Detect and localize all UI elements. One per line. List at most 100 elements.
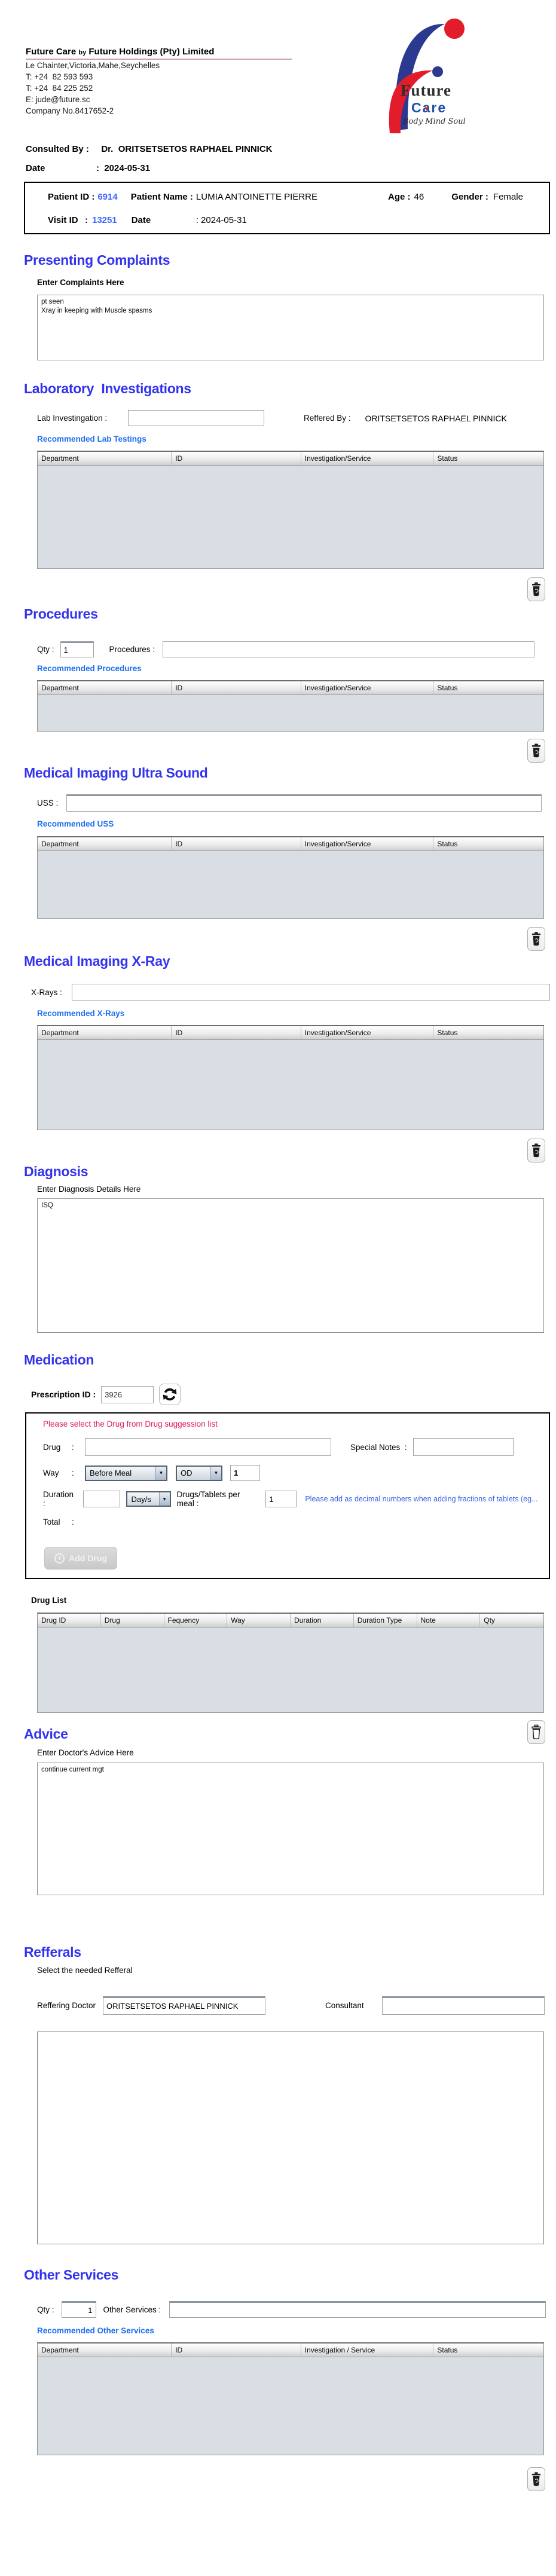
- column-header-id: ID: [172, 681, 301, 695]
- recommended-other-services-link[interactable]: Recommended Other Services: [37, 2326, 556, 2335]
- column-header-id: ID: [172, 452, 301, 465]
- lab-table-body[interactable]: [38, 466, 543, 568]
- delete-procedure-button[interactable]: [527, 739, 545, 763]
- column-header-id: ID: [172, 837, 301, 850]
- total-label: Total: [43, 1518, 60, 1526]
- delete-drug-button[interactable]: [527, 1720, 545, 1744]
- column-header-note: Note: [417, 1614, 481, 1627]
- refresh-prescription-button[interactable]: [159, 1384, 181, 1405]
- uss-table-body[interactable]: [38, 851, 543, 918]
- medication-entry-box: Please select the Drug from Drug suggess…: [25, 1412, 550, 1579]
- gender-value: Female: [493, 192, 523, 202]
- column-header-status: Status: [437, 840, 458, 848]
- duration-unit-select[interactable]: Day/s ▼: [126, 1491, 171, 1507]
- consultant-input[interactable]: [381, 1996, 545, 2015]
- frequency-qty-input[interactable]: [230, 1465, 260, 1481]
- lab-trash-row: [0, 577, 545, 601]
- xray-input[interactable]: [71, 984, 550, 1001]
- way-row: Way : Before Meal ▼ OD ▼: [43, 1465, 549, 1481]
- prescription-id-input[interactable]: [101, 1385, 154, 1403]
- recommended-xray-link[interactable]: Recommended X-Rays: [37, 1009, 556, 1018]
- patient-id-label: Patient ID :: [48, 192, 95, 202]
- drug-list-label: Drug List: [31, 1596, 67, 1605]
- column-header-department: Department: [38, 681, 172, 695]
- procedures-label: Procedures :: [109, 645, 155, 654]
- section-title-procedures: Procedures: [24, 606, 98, 622]
- per-meal-input[interactable]: [265, 1491, 297, 1507]
- uss-field-row: USS :: [37, 794, 556, 812]
- chevron-down-icon: ▼: [155, 1466, 166, 1480]
- consultant-label: Consultant: [325, 2001, 364, 2010]
- lab-table-header: Department ID Investigation/Service Stat…: [38, 452, 543, 466]
- patient-name-label: Patient Name :: [130, 192, 193, 202]
- prescription-row: Prescription ID :: [31, 1384, 556, 1405]
- column-header-status: Status: [437, 2346, 458, 2354]
- meal-timing-select[interactable]: Before Meal ▼: [85, 1465, 167, 1481]
- other-field-row: Qty : Other Services :: [37, 2301, 556, 2318]
- procedures-qty-input[interactable]: [60, 641, 94, 657]
- column-header-department: Department: [38, 1026, 172, 1039]
- age-label: Age :: [388, 192, 411, 202]
- drug-colon: :: [72, 1442, 74, 1452]
- drug-input[interactable]: [85, 1438, 331, 1456]
- company-phone-1: T: +24 82 593 593: [26, 72, 93, 81]
- duration-input[interactable]: [83, 1491, 121, 1507]
- special-notes-input[interactable]: [413, 1438, 514, 1456]
- frequency-select[interactable]: OD ▼: [176, 1465, 222, 1481]
- trash-icon: [531, 1143, 541, 1158]
- referred-by-value: ORITSETSETOS RAPHAEL PINNICK: [365, 413, 507, 423]
- duration-row: Duration : Day/s ▼ Drugs/Tablets per mea…: [43, 1490, 549, 1508]
- company-block: Future Care by Future Holdings (Pty) Lim…: [26, 47, 295, 117]
- other-table-body[interactable]: [38, 2357, 543, 2455]
- section-title-advice: Advice: [24, 1726, 68, 1742]
- xray-table: Department ID Investigation/Service Stat…: [37, 1025, 544, 1130]
- uss-input[interactable]: [66, 794, 542, 812]
- referred-by-label: Reffered By :: [304, 414, 351, 423]
- delete-other-service-button[interactable]: [527, 2467, 545, 2491]
- other-table-header: Department ID Investigation / Service St…: [38, 2344, 543, 2357]
- recommended-uss-link[interactable]: Recommended USS: [37, 819, 556, 828]
- recommended-lab-testings-link[interactable]: Recommended Lab Testings: [37, 435, 556, 443]
- section-title-other-services: Other Services: [24, 2267, 119, 2283]
- complaints-textarea[interactable]: pt seen Xray in keeping with Muscle spas…: [37, 295, 544, 360]
- total-colon: :: [72, 1518, 74, 1526]
- special-notes-label: Special Notes :: [350, 1442, 407, 1452]
- lab-investigation-label: Lab Investingation :: [37, 414, 108, 423]
- refferal-listbox[interactable]: [37, 2032, 544, 2244]
- visit-date-value: : 2024-05-31: [195, 215, 247, 225]
- procedures-table-header: Department ID Investigation/Service Stat…: [38, 681, 543, 695]
- column-header-status: Status: [437, 454, 458, 463]
- patient-id-value: 6914: [97, 192, 118, 202]
- drug-label: Drug: [43, 1442, 61, 1452]
- trash-icon: [531, 582, 541, 596]
- logo-heart-icon: ♥: [424, 105, 430, 112]
- gender-label: Gender :: [451, 192, 488, 202]
- procedures-trash-row: [0, 739, 545, 763]
- diagnosis-textarea[interactable]: ISQ: [37, 1198, 544, 1333]
- xray-table-body[interactable]: [38, 1040, 543, 1130]
- add-drug-label: Add Drug: [69, 1553, 107, 1563]
- delete-uss-button[interactable]: [527, 927, 545, 951]
- procedures-table-body[interactable]: [38, 695, 543, 731]
- add-drug-row: + Add Drug: [43, 1547, 549, 1570]
- advice-textarea[interactable]: continue current mgt: [37, 1763, 544, 1895]
- visit-id-value: 13251: [92, 215, 117, 225]
- procedures-input[interactable]: [163, 641, 535, 657]
- column-header-frequency: Fequency: [164, 1614, 228, 1627]
- recommended-procedures-link[interactable]: Recommended Procedures: [37, 664, 556, 673]
- add-drug-button[interactable]: + Add Drug: [44, 1547, 117, 1570]
- other-qty-input[interactable]: [61, 2301, 96, 2318]
- drug-list-body[interactable]: [38, 1627, 543, 1712]
- section-title-laboratory: Laboratory Investigations: [24, 381, 191, 396]
- meal-timing-value: Before Meal: [90, 1468, 132, 1477]
- other-services-input[interactable]: [169, 2301, 546, 2318]
- lab-investigation-input[interactable]: [128, 410, 264, 426]
- xray-field-row: X-Rays :: [31, 984, 556, 1001]
- other-services-table: Department ID Investigation / Service St…: [37, 2342, 544, 2455]
- consultation-report-page: Future Care by Future Holdings (Pty) Lim…: [0, 0, 556, 2521]
- visit-date-label: Date: [131, 215, 151, 225]
- delete-xray-button[interactable]: [527, 1139, 545, 1162]
- section-title-diagnosis: Diagnosis: [24, 1164, 88, 1179]
- reffering-doctor-input[interactable]: [103, 1996, 266, 2015]
- delete-lab-testing-button[interactable]: [527, 577, 545, 601]
